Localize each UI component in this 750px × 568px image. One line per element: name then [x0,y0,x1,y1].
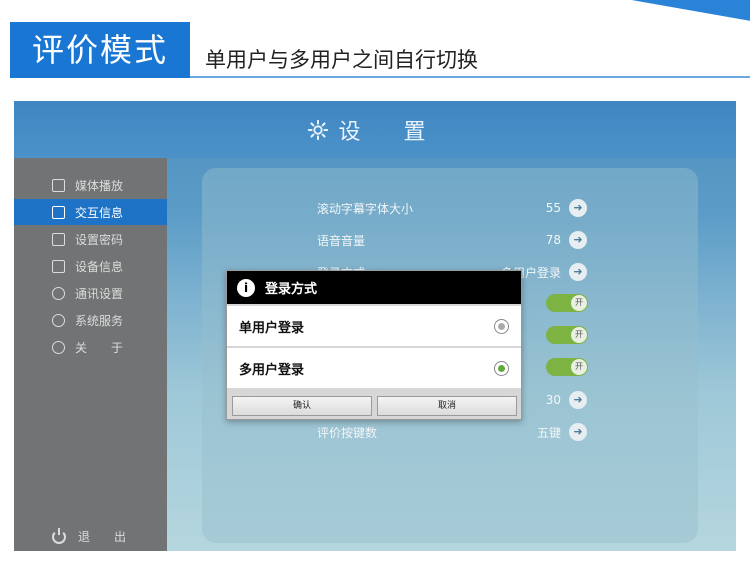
sidebar-item-device[interactable]: 设备信息 [14,253,167,279]
setting-label: 语音音量 [317,233,366,248]
toggle-knob: 开 [571,359,587,375]
toggle-switch[interactable]: 开 [546,294,588,312]
toggle-knob: 开 [571,295,587,311]
sidebar-item-label: 设备信息 [75,259,124,274]
option-label: 单用户登录 [239,320,305,336]
option-single-user[interactable]: 单用户登录 [227,306,521,346]
device-info-icon [52,259,65,273]
mode-subtitle: 单用户与多用户之间自行切换 [205,48,478,72]
settings-header: 设 置 [14,101,736,158]
play-icon [52,178,65,192]
arrow-right-icon[interactable]: ➜ [569,423,587,441]
banner: 评价模式 单用户与多用户之间自行切换 [0,0,750,92]
cancel-button[interactable]: 取消 [377,396,517,416]
info-icon: i [237,278,255,297]
mode-title: 评价模式 [10,22,190,78]
setting-label: 评价按键数 [317,425,378,440]
sidebar-item-label: 媒体播放 [75,178,124,193]
setting-value: 55 [545,201,561,215]
toggle-switch[interactable]: 开 [546,358,588,376]
confirm-button[interactable]: 确认 [232,396,372,416]
sidebar-item-label: 关 于 [75,340,124,355]
banner-stripe [588,0,750,28]
gear-icon [307,119,328,140]
exit-button[interactable]: 退 出 [52,527,127,545]
wrench-icon [52,313,65,327]
sidebar-item-about[interactable]: 关 于 [14,334,167,360]
title-underline [190,76,750,78]
option-multi-user[interactable]: 多用户登录 [227,348,521,388]
sidebar-item-media[interactable]: 媒体播放 [14,172,167,198]
setting-value: 78 [545,233,561,247]
settings-title: 设 置 [338,119,444,145]
radio-button[interactable] [494,360,509,376]
sidebar: 媒体播放 交互信息 设置密码 设备信息 通讯设置 系统服务 关 于 退 出 [14,158,167,551]
lock-icon [52,232,65,246]
info-icon [52,340,65,354]
sidebar-item-network[interactable]: 通讯设置 [14,280,167,306]
dialog-title: 登录方式 [265,282,318,297]
toggle-switch[interactable]: 开 [546,326,588,344]
arrow-right-icon[interactable]: ➜ [569,199,587,217]
radio-dot [498,322,505,330]
radio-dot [498,364,505,372]
arrow-right-icon[interactable]: ➜ [569,263,587,281]
dialog-header: i 登录方式 [227,271,521,304]
toggle-knob: 开 [571,327,587,343]
radio-button[interactable] [494,318,509,334]
globe-icon [52,286,65,300]
sidebar-item-services[interactable]: 系统服务 [14,307,167,333]
setting-label: 滚动字幕字体大小 [317,201,414,216]
sidebar-item-label: 交互信息 [75,205,124,220]
sidebar-item-label: 系统服务 [75,313,124,328]
power-icon [52,527,66,544]
setting-row: 评价按键数 五键 ➜ [317,422,587,442]
sidebar-item-label: 设置密码 [75,232,124,247]
option-label: 多用户登录 [239,362,305,378]
sidebar-item-label: 通讯设置 [75,286,124,301]
arrow-right-icon[interactable]: ➜ [569,231,587,249]
exit-label: 退 出 [78,530,127,544]
arrow-right-icon[interactable]: ➜ [569,391,587,409]
setting-row: 滚动字幕字体大小 55 ➜ [317,198,587,218]
setting-row: 语音音量 78 ➜ [317,230,587,250]
sidebar-item-interaction[interactable]: 交互信息 [14,199,167,225]
setting-value: 五键 [536,425,561,440]
login-method-dialog: i 登录方式 单用户登录 多用户登录 确认 取消 [226,270,522,420]
document-icon [52,205,65,219]
sidebar-item-password[interactable]: 设置密码 [14,226,167,252]
